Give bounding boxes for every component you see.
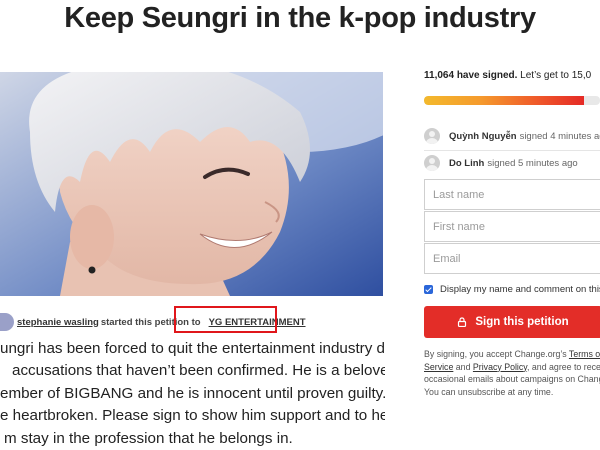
legal-prefix: By signing, you accept Change.org’s: [424, 349, 569, 359]
starter-avatar: [0, 313, 14, 331]
description-line: m stay in the profession that he belongs…: [4, 429, 293, 447]
progress-bar: [424, 96, 600, 105]
display-checkbox-label: Display my name and comment on this pe: [440, 284, 600, 295]
last-name-input[interactable]: [424, 179, 600, 210]
user-avatar-icon: [424, 155, 440, 171]
target-highlight-box: [174, 306, 277, 333]
signer-time: signed 5 minutes ago: [487, 157, 578, 169]
description-line: ember of BIGBANG and he is innocent unti…: [0, 384, 385, 402]
progress-fill: [424, 96, 585, 105]
legal-notice: By signing, you accept Change.org’s Term…: [424, 348, 600, 398]
description-line: ungri has been forced to quit the entert…: [0, 340, 385, 357]
petition-photo: [0, 72, 383, 296]
page-title: Keep Seungri in the k-pop industry: [64, 2, 536, 34]
legal-unsubscribe-text: You can unsubscribe at any time.: [424, 386, 554, 397]
recent-signer: Do Linh signed 5 minutes ago: [424, 154, 578, 172]
lock-icon: [458, 317, 467, 327]
privacy-policy-link[interactable]: Privacy Policy: [473, 362, 527, 372]
display-name-option[interactable]: Display my name and comment on this pe: [424, 284, 600, 295]
legal-suffix: , and agree to rece: [527, 361, 600, 372]
description-line: accusations that haven’t been confirmed.…: [12, 362, 385, 380]
signer-time: signed 4 minutes ago: [519, 130, 600, 142]
signer-name: Quỳnh Nguyễn: [449, 130, 517, 142]
sign-panel: 11,064 have signed. Let’s get to 15,0 Qu…: [424, 70, 600, 450]
legal-and: and: [453, 361, 473, 372]
description-line: e heartbroken. Please sign to show him s…: [0, 407, 385, 425]
goal-text: Let’s get to 15,0: [520, 70, 592, 81]
starter-name-link[interactable]: stephanie wasling: [17, 317, 99, 328]
sign-petition-button[interactable]: Sign this petition: [424, 306, 600, 338]
sign-button-label: Sign this petition: [475, 316, 569, 328]
terms-link[interactable]: Terms o: [569, 349, 600, 359]
recent-signer: Quỳnh Nguyễn signed 4 minutes ago: [424, 127, 600, 145]
divider: [424, 150, 600, 151]
terms-link-continued[interactable]: Service: [424, 362, 453, 372]
first-name-input[interactable]: [424, 211, 600, 242]
signature-count: 11,064 have signed. Let’s get to 15,0: [424, 70, 600, 84]
user-avatar-icon: [424, 128, 440, 144]
email-input[interactable]: [424, 243, 600, 274]
legal-emails-text: occasional emails about campaigns on Cha…: [424, 374, 600, 385]
petition-description: ungri has been forced to quit the entert…: [0, 338, 385, 450]
signed-count-text: 11,064 have signed.: [424, 70, 518, 81]
checkbox-checked-icon[interactable]: [424, 285, 433, 294]
signer-name: Do Linh: [449, 157, 485, 169]
